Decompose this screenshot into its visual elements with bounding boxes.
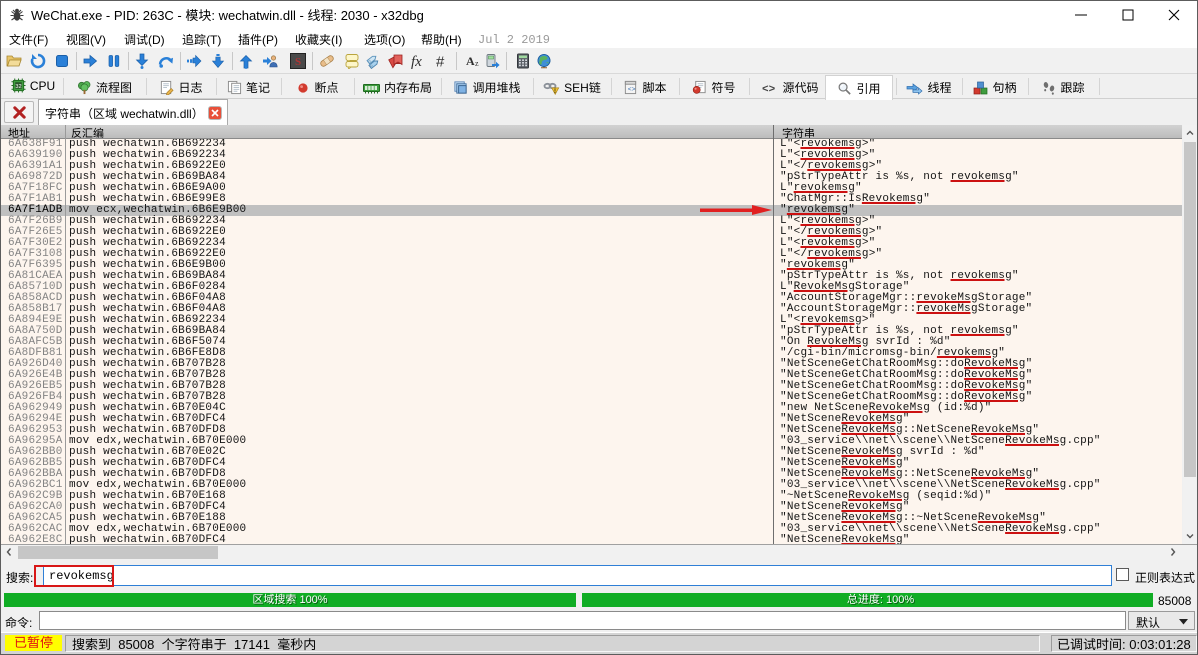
svg-text:<>: <> <box>762 84 776 95</box>
svg-text:S: S <box>295 56 301 68</box>
svg-text:32: 32 <box>15 84 21 90</box>
svg-text:A: A <box>466 54 475 68</box>
svg-text:<>: <> <box>628 86 636 93</box>
svg-text:fx: fx <box>411 54 422 69</box>
svg-text:#: # <box>436 54 445 70</box>
svg-text:z: z <box>475 59 479 68</box>
svg-text:!: ! <box>554 89 556 95</box>
